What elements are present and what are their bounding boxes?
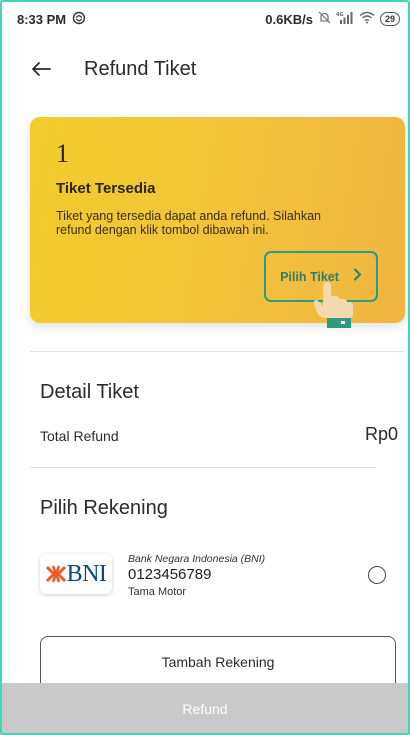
refund-button[interactable]: Refund <box>0 683 410 735</box>
bank-radio-button[interactable] <box>368 566 386 584</box>
detail-title: Detail Tiket <box>40 381 139 403</box>
wifi-icon <box>359 11 375 27</box>
total-refund-value: Rp0 <box>364 424 398 444</box>
alarm-off-icon <box>318 11 331 27</box>
ticket-description: Tiket yang tersedia dapat anda refund. S… <box>56 209 321 237</box>
status-left: 8:33 PM <box>17 11 86 28</box>
status-time: 8:33 PM <box>17 11 67 27</box>
bank-account-holder: Tama Motor <box>128 586 187 598</box>
net-speed: 0.6KB/s <box>265 11 313 27</box>
sync-icon <box>72 11 86 28</box>
ticket-count: 1 <box>56 139 69 168</box>
page-title: Refund Tiket <box>84 57 197 80</box>
divider-top <box>30 351 404 352</box>
bni-logo-text: BNI <box>66 560 107 587</box>
bni-emblem-icon <box>45 565 66 583</box>
status-right: 0.6KB/s 4G 29 <box>265 11 400 27</box>
status-bar: 8:33 PM 0.6KB/s 4G 29 <box>0 0 410 38</box>
rekening-title: Pilih Rekening <box>40 497 168 519</box>
device-frame <box>0 0 410 735</box>
bank-account-number: 0123456789 <box>128 566 212 583</box>
signal-4g-icon: 4G <box>336 11 354 27</box>
tambah-rekening-button[interactable]: Tambah Rekening <box>40 636 396 690</box>
arrow-left-icon <box>32 62 51 76</box>
refund-label: Refund <box>182 701 228 717</box>
bank-name: Bank Negara Indonesia (BNI) <box>128 553 266 565</box>
app-bar: Refund Tiket <box>0 46 410 92</box>
total-refund-label: Total Refund <box>40 428 119 444</box>
hand-pointer-icon <box>311 282 357 330</box>
divider-middle <box>30 467 376 468</box>
ticket-heading: Tiket Tersedia <box>56 180 156 197</box>
svg-text:4G: 4G <box>336 12 344 18</box>
back-button[interactable] <box>28 56 54 82</box>
battery-icon: 29 <box>379 12 400 26</box>
bni-logo: BNI <box>40 554 112 594</box>
